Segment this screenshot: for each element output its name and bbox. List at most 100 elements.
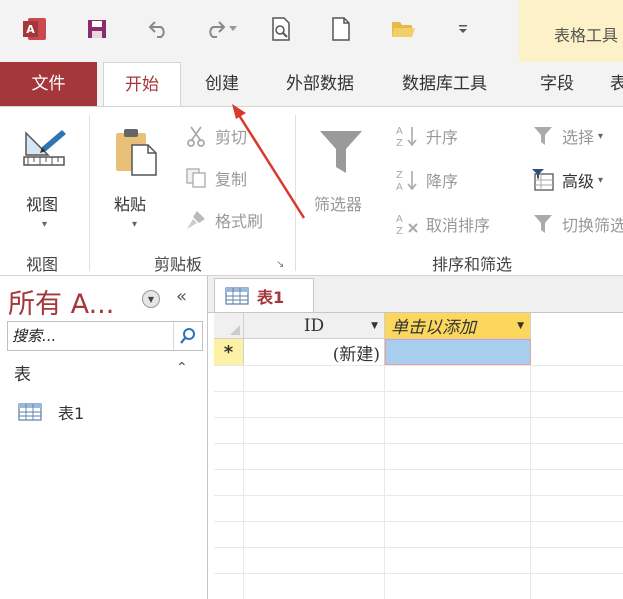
copy-button[interactable]: 复制	[183, 163, 247, 193]
tab-home[interactable]: 开始	[103, 62, 181, 107]
new-document-icon[interactable]	[326, 14, 356, 44]
new-record-selector[interactable]: *	[214, 339, 244, 365]
sort-filter-group-label: 排序和筛选	[432, 255, 513, 274]
advanced-button[interactable]: 高级 ▾	[530, 165, 603, 195]
nav-pane-title[interactable]: 所有 A...	[8, 282, 114, 321]
selection-filter-icon	[530, 123, 556, 149]
paste-icon[interactable]	[112, 127, 158, 181]
copy-label: 复制	[215, 170, 248, 189]
grid-line	[214, 573, 623, 574]
print-preview-icon[interactable]	[266, 14, 296, 44]
selection-dropdown-icon: ▾	[598, 130, 604, 142]
navigation-pane: 所有 A... ▼ « 表 ⌃ 表1	[0, 276, 208, 599]
format-painter-button[interactable]: 格式刷	[183, 205, 263, 235]
open-folder-icon[interactable]	[388, 14, 418, 44]
copy-icon	[183, 165, 209, 191]
toggle-filter-icon	[530, 211, 556, 237]
svg-text:A: A	[396, 214, 403, 225]
sort-ascending-button[interactable]: AZ 升序	[394, 121, 458, 151]
cut-label: 剪切	[215, 128, 248, 147]
nav-group-label: 表	[14, 365, 31, 385]
select-all-corner[interactable]	[214, 313, 244, 339]
ribbon-tabs: 文件 开始 创建 外部数据 数据库工具 字段 表	[0, 62, 623, 107]
grid-line	[214, 521, 623, 522]
redo-dropdown-icon[interactable]	[226, 14, 240, 44]
grid-line	[384, 339, 385, 599]
grid-line	[214, 417, 623, 418]
document-tab-table1[interactable]: 表1	[214, 278, 314, 312]
grid-line	[214, 547, 623, 548]
sort-ascending-label: 升序	[426, 128, 459, 147]
clipboard-group-label: 剪贴板	[154, 255, 203, 274]
scissors-icon	[183, 123, 209, 149]
svg-text:A: A	[26, 23, 35, 36]
format-painter-label: 格式刷	[215, 212, 264, 231]
tab-database-tools[interactable]: 数据库工具	[402, 62, 487, 106]
svg-text:Z: Z	[396, 138, 403, 148]
grid-line	[214, 391, 623, 392]
quick-access-toolbar: A 表格工具	[0, 0, 623, 62]
access-icon: A	[20, 14, 50, 44]
cut-button[interactable]: 剪切	[183, 121, 247, 151]
view-button[interactable]: 视图	[26, 191, 58, 215]
clear-sort-button[interactable]: AZ 取消排序	[394, 209, 490, 239]
clear-sort-label: 取消排序	[426, 216, 491, 235]
search-input[interactable]	[10, 324, 174, 348]
advanced-filter-icon	[530, 167, 556, 193]
advanced-label: 高级	[562, 172, 595, 191]
group-divider	[89, 115, 90, 271]
table-icon	[18, 403, 42, 421]
datasheet: ID ▼ 单击以添加 ▼ * (新建)	[214, 313, 623, 599]
view-dropdown-icon[interactable]: ▾	[42, 219, 47, 230]
undo-icon[interactable]	[144, 14, 174, 44]
new-record-id-value: (新建)	[332, 344, 380, 365]
grid-line	[214, 495, 623, 496]
search-icon[interactable]	[173, 322, 202, 350]
new-record-add-cell[interactable]	[385, 339, 531, 365]
document-tab-bar: 表1	[208, 276, 623, 313]
nav-menu-dropdown-icon[interactable]: ▼	[142, 290, 160, 308]
shutter-bar-collapse-icon[interactable]: «	[176, 286, 187, 307]
document-tab-label: 表1	[257, 287, 285, 307]
column-dropdown-icon[interactable]: ▼	[371, 321, 378, 331]
toggle-filter-label: 切换筛选	[562, 216, 623, 235]
filter-button[interactable]: 筛选器	[314, 191, 362, 215]
new-record-id-cell[interactable]: (新建)	[244, 339, 385, 365]
toggle-filter-button[interactable]: 切换筛选	[530, 209, 623, 239]
nav-item-table1[interactable]: 表1	[18, 398, 84, 426]
tab-table-clipped[interactable]: 表	[610, 62, 623, 106]
tab-create[interactable]: 创建	[205, 62, 239, 106]
dialog-launcher-icon[interactable]: ↘	[276, 259, 284, 270]
table-icon	[225, 286, 249, 305]
selection-button[interactable]: 选择 ▾	[530, 121, 603, 151]
column-header-label: ID	[303, 315, 325, 336]
svg-text:A: A	[396, 182, 403, 192]
sort-descending-icon: ZA	[394, 167, 420, 193]
column-dropdown-icon[interactable]: ▼	[517, 321, 524, 331]
svg-text:A: A	[396, 126, 403, 137]
customize-dropdown-icon[interactable]	[448, 14, 478, 44]
tab-file[interactable]: 文件	[0, 62, 97, 106]
sort-descending-button[interactable]: ZA 降序	[394, 165, 458, 195]
sort-descending-label: 降序	[426, 172, 459, 191]
grid-line	[530, 339, 531, 599]
column-header-click-to-add[interactable]: 单击以添加 ▼	[385, 313, 531, 339]
new-record-marker: *	[223, 341, 234, 363]
clear-sort-icon: AZ	[394, 211, 420, 237]
paste-dropdown-icon[interactable]: ▾	[132, 219, 137, 230]
filter-funnel-icon[interactable]	[318, 127, 364, 181]
grid-line	[214, 365, 623, 366]
save-icon[interactable]	[82, 14, 112, 44]
group-divider	[295, 115, 296, 271]
column-header-id[interactable]: ID ▼	[244, 313, 385, 339]
brush-icon	[183, 207, 209, 233]
sort-ascending-icon: AZ	[394, 123, 420, 149]
paste-button[interactable]: 粘贴	[114, 191, 146, 215]
grid-line	[243, 339, 244, 599]
view-icon[interactable]	[22, 127, 68, 177]
tab-external-data[interactable]: 外部数据	[286, 62, 354, 106]
document-area: 表1 ID ▼ 单击以添加 ▼ * (新建)	[208, 276, 623, 599]
tab-fields[interactable]: 字段	[540, 62, 574, 106]
collapse-group-icon[interactable]: ⌃	[176, 360, 188, 376]
nav-group-header-tables[interactable]: 表 ⌃	[0, 356, 207, 386]
